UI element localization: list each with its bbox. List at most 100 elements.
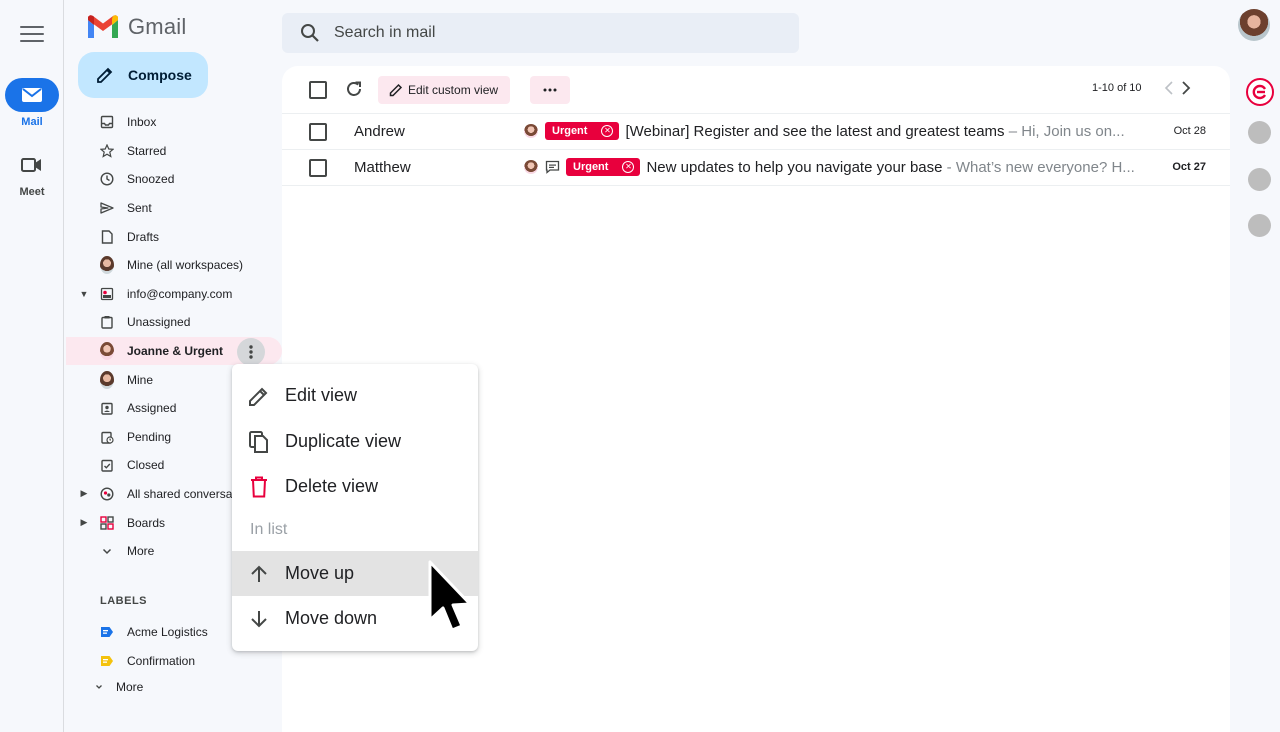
labels-header: LABELS xyxy=(100,595,147,607)
sidebar-item-inbox[interactable]: Inbox xyxy=(66,108,282,137)
menu-delete-view-label: Delete view xyxy=(285,476,379,496)
menu-section-in-list: In list xyxy=(250,521,288,538)
email-row[interactable]: Andrew Urgent ✕ [Webinar] Register and se… xyxy=(282,114,1230,150)
crm-extension-icon[interactable] xyxy=(1246,78,1274,106)
email-sender: Matthew xyxy=(354,159,411,176)
caret-down-icon[interactable]: ▼ xyxy=(79,289,89,299)
select-all-checkbox[interactable] xyxy=(309,81,327,99)
email-row[interactable]: Matthew Urgent ✕ New updates to help you … xyxy=(282,150,1230,186)
remove-tag-icon[interactable]: ✕ xyxy=(622,161,635,173)
sidebar-item-unassigned[interactable]: Unassigned xyxy=(66,308,282,337)
sidebar-item-label: info@company.com xyxy=(127,286,233,301)
menu-delete-view[interactable]: Delete view xyxy=(232,464,478,509)
more-horiz-button[interactable] xyxy=(530,76,570,104)
app-name: Gmail xyxy=(128,14,187,39)
menu-duplicate-view[interactable]: Duplicate view xyxy=(232,419,478,464)
chevron-left-icon[interactable] xyxy=(1162,78,1176,103)
mouse-pointer-icon xyxy=(426,558,472,643)
pending-icon xyxy=(100,430,114,444)
chevron-down-icon xyxy=(100,544,114,558)
user-avatar-icon xyxy=(100,256,114,275)
clock-icon xyxy=(100,172,114,186)
rail-mail[interactable]: Mail xyxy=(0,78,64,128)
sidebar-item-snoozed[interactable]: Snoozed xyxy=(66,165,282,194)
comment-icon xyxy=(545,160,560,174)
label-name: Acme Logistics xyxy=(127,625,208,639)
edit-custom-view-button[interactable]: Edit custom view xyxy=(378,76,511,104)
sidebar-item-joanne-urgent[interactable]: Joanne & Urgent xyxy=(66,336,282,366)
rail-mail-label: Mail xyxy=(21,116,43,128)
caret-right-icon[interactable]: ▶ xyxy=(79,517,89,527)
sidebar-item-label: Drafts xyxy=(127,229,160,244)
compose-button[interactable]: Compose xyxy=(78,52,208,98)
side-panel-app-icon[interactable] xyxy=(1248,168,1271,191)
urgent-tag[interactable]: Urgent ✕ xyxy=(545,122,620,140)
main-menu-icon[interactable] xyxy=(20,26,44,44)
clipboard-icon xyxy=(100,315,114,330)
video-camera-icon xyxy=(5,148,59,182)
menu-edit-view-label: Edit view xyxy=(285,385,358,405)
pagination-text: 1-10 of 10 xyxy=(1092,82,1142,94)
row-checkbox[interactable] xyxy=(309,123,327,141)
sidebar-item-mine-all[interactable]: Mine (all workspaces) xyxy=(66,251,282,280)
shared-conversations-icon xyxy=(100,487,114,501)
label-tag-icon xyxy=(100,654,114,668)
menu-move-down-label: Move down xyxy=(285,608,378,628)
email-subject: New updates to help you navigate your ba… xyxy=(646,158,943,176)
more-vert-icon[interactable] xyxy=(237,337,265,366)
search-input[interactable] xyxy=(334,24,774,42)
gmail-logo[interactable]: Gmail xyxy=(86,14,186,40)
sidebar-item-label: Starred xyxy=(127,143,167,158)
compose-label: Compose xyxy=(128,67,192,83)
inbox-icon xyxy=(100,115,114,129)
arrow-up-icon xyxy=(246,561,272,587)
side-panel-app-icon[interactable] xyxy=(1248,121,1271,144)
sidebar-item-label: More xyxy=(127,544,155,559)
sidebar-item-label: Assigned xyxy=(127,401,177,416)
more-horiz-icon xyxy=(543,88,557,92)
remove-tag-icon[interactable]: ✕ xyxy=(601,125,614,137)
sidebar-item-label: Joanne & Urgent xyxy=(127,344,224,359)
labels-more[interactable]: More xyxy=(66,673,282,701)
email-sender: Andrew xyxy=(354,123,405,140)
caret-right-icon[interactable]: ▶ xyxy=(79,488,89,499)
mail-icon xyxy=(5,78,59,112)
send-icon xyxy=(100,201,114,215)
sidebar-item-starred[interactable]: Starred xyxy=(66,137,282,166)
email-subject-line: New updates to help you navigate your ba… xyxy=(646,159,1134,176)
urgent-tag-label: Urgent xyxy=(573,161,609,173)
search-bar[interactable] xyxy=(282,13,799,53)
shared-inbox-icon xyxy=(100,287,114,301)
side-panel-app-icon[interactable] xyxy=(1248,214,1271,237)
label-confirmation[interactable]: Confirmation xyxy=(66,647,282,675)
closed-icon xyxy=(100,458,114,473)
chevron-right-icon[interactable] xyxy=(1179,78,1193,103)
email-subject-line: [Webinar] Register and see the latest an… xyxy=(625,123,1124,140)
sidebar-item-label: Mine (all workspaces) xyxy=(127,258,244,273)
menu-edit-view[interactable]: Edit view xyxy=(232,373,478,418)
app-rail: Mail Meet xyxy=(0,0,64,732)
pencil-icon xyxy=(246,383,272,409)
assignee-avatar xyxy=(524,160,538,174)
sidebar-item-sent[interactable]: Sent xyxy=(66,194,282,223)
label-tag-icon xyxy=(100,625,114,639)
label-name: Confirmation xyxy=(127,654,196,668)
sidebar-item-label: Mine xyxy=(127,372,154,387)
account-avatar[interactable] xyxy=(1238,9,1270,41)
rail-meet[interactable]: Meet xyxy=(0,148,64,198)
chevron-down-icon xyxy=(92,680,106,694)
email-snippet: – Hi, Join us on... xyxy=(1004,122,1125,140)
rail-meet-label: Meet xyxy=(19,186,45,198)
menu-duplicate-view-label: Duplicate view xyxy=(285,431,402,451)
refresh-icon[interactable] xyxy=(344,79,364,104)
sidebar-item-drafts[interactable]: Drafts xyxy=(66,222,282,251)
user-avatar-icon xyxy=(100,370,114,389)
urgent-tag[interactable]: Urgent ✕ xyxy=(566,158,641,176)
sidebar-item-label: Closed xyxy=(127,458,165,473)
mail-toolbar: Edit custom view 1-10 of 10 xyxy=(282,66,1230,114)
sidebar-item-label: Snoozed xyxy=(127,172,175,187)
gmail-m-icon xyxy=(88,15,118,38)
menu-move-up-label: Move up xyxy=(285,563,355,583)
row-checkbox[interactable] xyxy=(309,159,327,177)
sidebar-item-shared-inbox[interactable]: ▼ info@company.com xyxy=(66,280,282,309)
